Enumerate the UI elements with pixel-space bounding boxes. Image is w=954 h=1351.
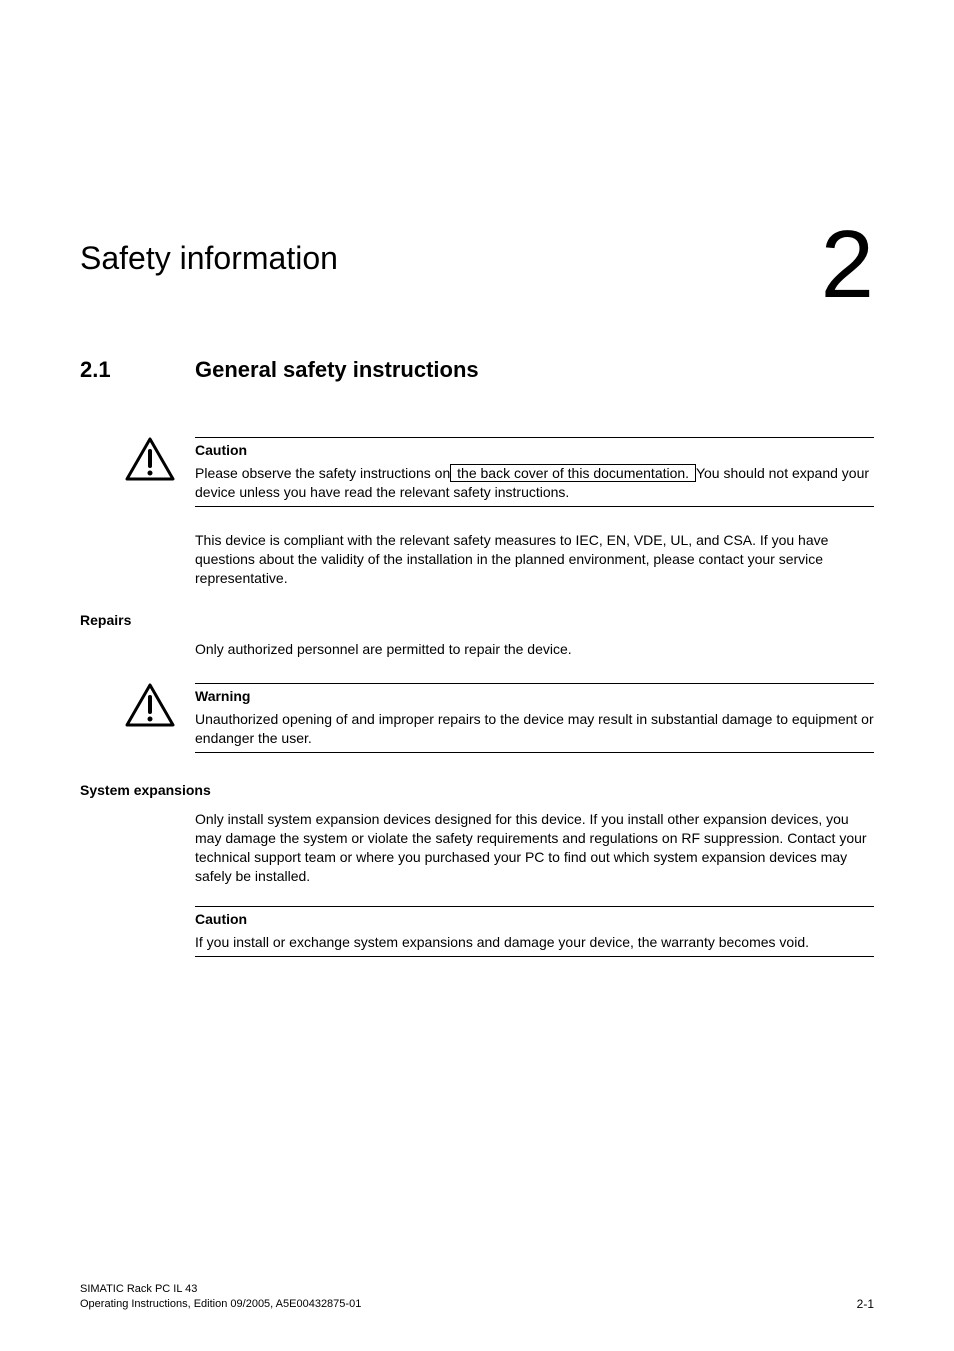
caution-block-1: Caution Please observe the safety instru… bbox=[125, 433, 874, 511]
warning-content-1: Warning Unauthorized opening of and impr… bbox=[195, 679, 874, 757]
page-footer: SIMATIC Rack PC IL 43 Operating Instruct… bbox=[80, 1282, 874, 1311]
divider bbox=[195, 506, 874, 507]
warning-block-1: Warning Unauthorized opening of and impr… bbox=[125, 679, 874, 757]
warning-icon bbox=[125, 679, 180, 733]
footer-page-number: 2-1 bbox=[857, 1297, 874, 1311]
divider bbox=[195, 956, 874, 957]
page-container: 2 Safety information 2.1 General safety … bbox=[0, 0, 954, 1351]
caution-text-1: Please observe the safety instructions o… bbox=[195, 464, 874, 502]
caution-icon bbox=[125, 433, 180, 487]
caution-text-before: Please observe the safety instructions o… bbox=[195, 465, 450, 481]
warning-label: Warning bbox=[195, 688, 874, 704]
chapter-title: Safety information bbox=[80, 240, 874, 277]
caution-content-1: Caution Please observe the safety instru… bbox=[195, 433, 874, 511]
footer-doc-info: Operating Instructions, Edition 09/2005,… bbox=[80, 1297, 361, 1311]
repairs-text: Only authorized personnel are permitted … bbox=[195, 640, 874, 659]
warning-text-1: Unauthorized opening of and improper rep… bbox=[195, 710, 874, 748]
divider bbox=[195, 683, 874, 684]
caution-label-2: Caution bbox=[195, 911, 874, 927]
repairs-content: Only authorized personnel are permitted … bbox=[195, 640, 874, 659]
system-expansions-content: Only install system expansion devices de… bbox=[195, 810, 874, 886]
section-number: 2.1 bbox=[80, 357, 195, 383]
chapter-number: 2 bbox=[821, 210, 874, 320]
repairs-heading: Repairs bbox=[80, 612, 874, 628]
compliance-paragraph: This device is compliant with the releva… bbox=[195, 531, 874, 588]
system-expansions-text: Only install system expansion devices de… bbox=[195, 810, 874, 886]
back-cover-link[interactable]: the back cover of this documentation. bbox=[450, 464, 696, 482]
compliance-text: This device is compliant with the releva… bbox=[195, 531, 874, 588]
system-expansions-heading: System expansions bbox=[80, 782, 874, 798]
divider bbox=[195, 437, 874, 438]
divider bbox=[195, 752, 874, 753]
caution-label: Caution bbox=[195, 442, 874, 458]
section-title: General safety instructions bbox=[195, 357, 479, 383]
divider bbox=[195, 906, 874, 907]
caution-block-2: Caution If you install or exchange syste… bbox=[195, 906, 874, 957]
caution-text-2: If you install or exchange system expans… bbox=[195, 933, 874, 952]
footer-product: SIMATIC Rack PC IL 43 bbox=[80, 1282, 361, 1296]
footer-left: SIMATIC Rack PC IL 43 Operating Instruct… bbox=[80, 1282, 361, 1311]
section-header: 2.1 General safety instructions bbox=[80, 357, 874, 383]
